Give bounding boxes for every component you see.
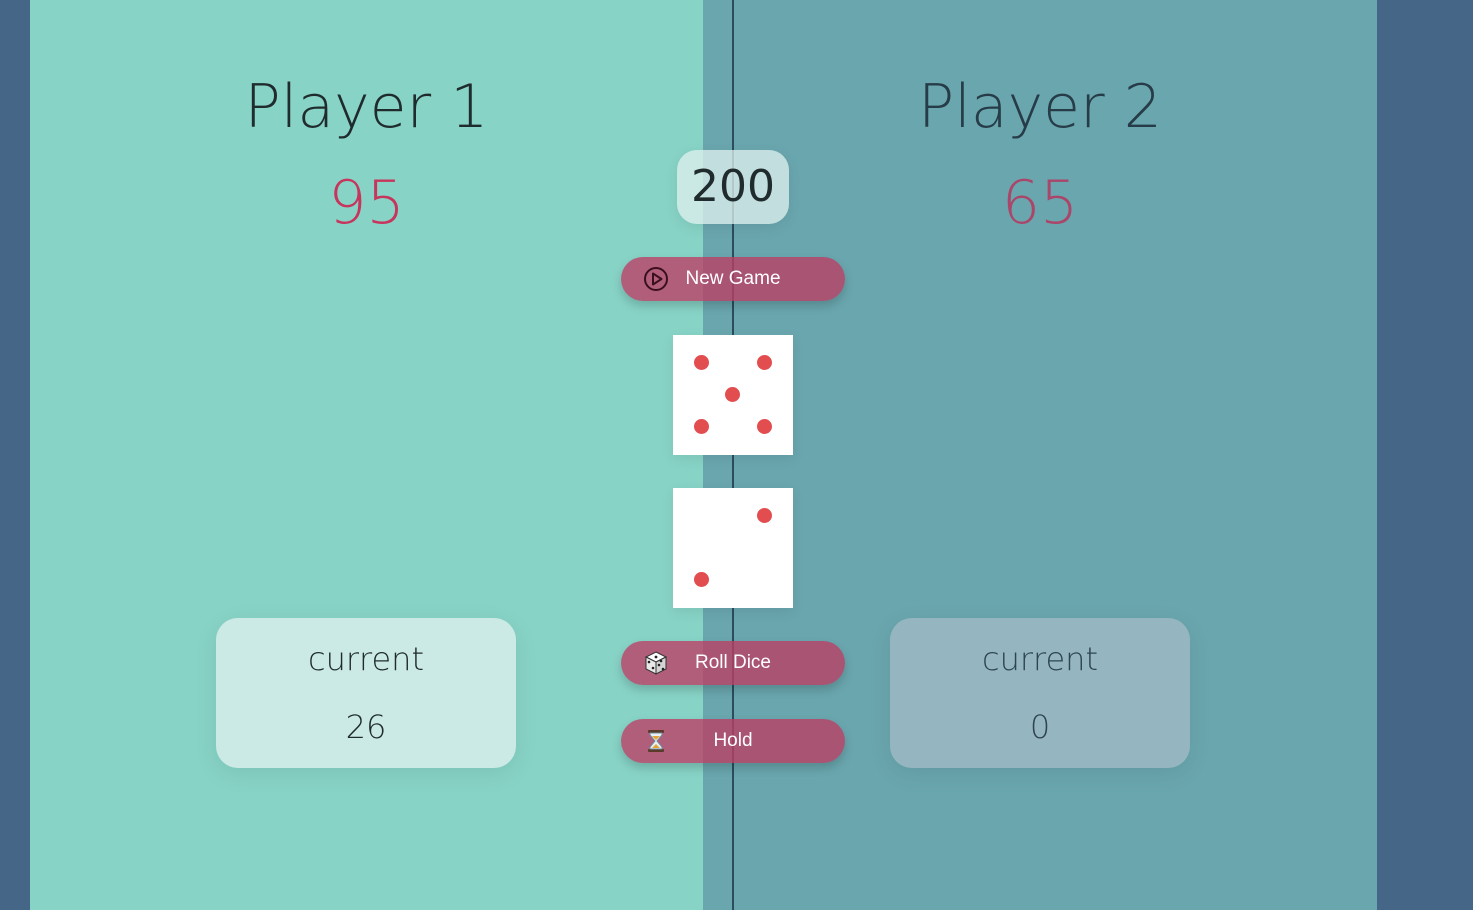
die-2-pip — [757, 508, 772, 523]
roll-dice-label: Roll Dice — [694, 652, 772, 673]
player-1-panel: Player 1 95 current 26 — [30, 0, 703, 910]
hold-button[interactable]: Hold — [621, 719, 845, 763]
player-1-name: Player 1 — [244, 72, 489, 142]
player-1-current-box: current 26 — [216, 618, 516, 768]
die-1-pip — [694, 355, 709, 370]
die-1-pip — [757, 419, 772, 434]
game-board: Player 1 95 current 26 Player 2 65 curre… — [30, 0, 1377, 910]
player-2-current-value: 0 — [1029, 708, 1051, 746]
roll-dice-button[interactable]: Roll Dice — [621, 641, 845, 685]
hold-label: Hold — [713, 730, 753, 751]
player-2-panel: Player 2 65 current 0 — [703, 0, 1377, 910]
die-2 — [673, 488, 793, 608]
player-2-current-box: current 0 — [890, 618, 1190, 768]
player-1-current-value: 26 — [345, 708, 387, 746]
die-1-pip — [725, 387, 740, 402]
player-1-score: 95 — [328, 168, 405, 238]
player-2-name: Player 2 — [918, 72, 1162, 142]
die-1-pip — [694, 419, 709, 434]
new-game-button[interactable]: New Game — [621, 257, 845, 301]
die-1 — [673, 335, 793, 455]
target-score-badge: 200 — [677, 150, 789, 224]
die-1-pip — [757, 355, 772, 370]
die-2-pip — [694, 572, 709, 587]
player-2-score: 65 — [1001, 168, 1079, 238]
new-game-label: New Game — [685, 268, 781, 289]
player-2-current-label: current — [982, 640, 1098, 678]
player-1-current-label: current — [308, 640, 424, 678]
center-divider — [732, 0, 734, 910]
